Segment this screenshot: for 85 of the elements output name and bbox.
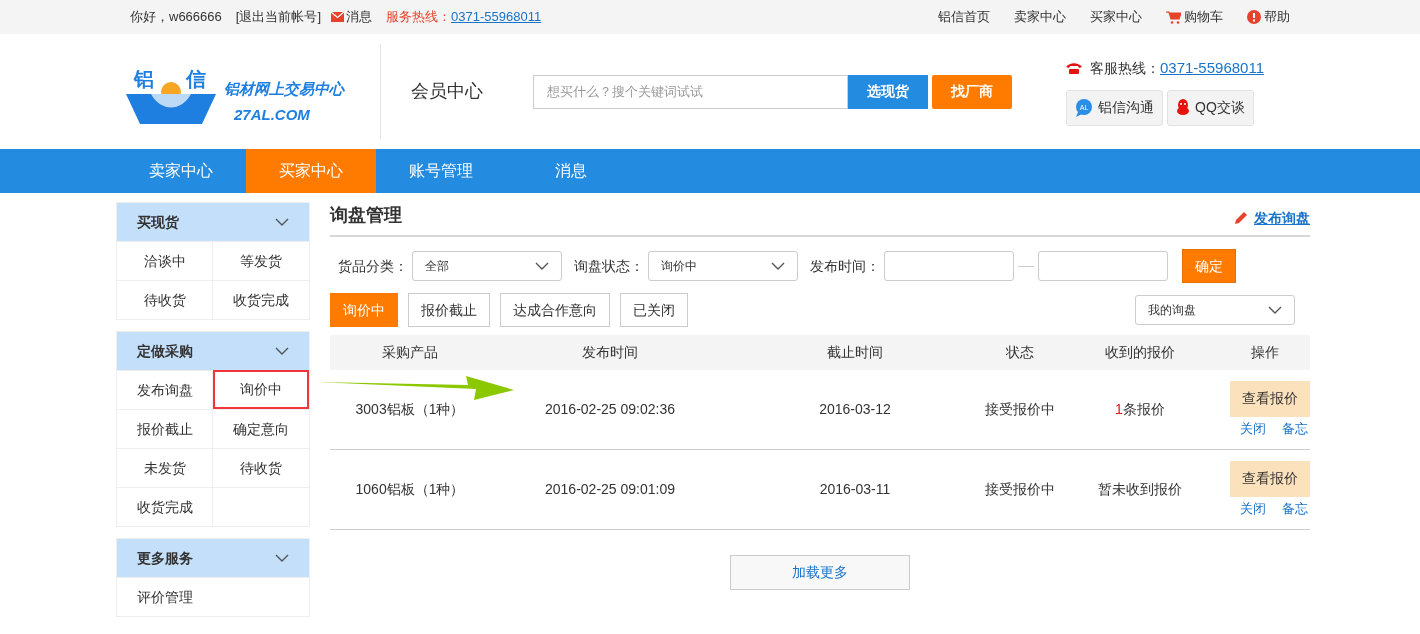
- sidebar-section-header[interactable]: 定做采购: [117, 332, 309, 370]
- hotline-label: 服务热线：: [386, 8, 451, 27]
- chevron-down-icon: [535, 262, 549, 270]
- sidebar-section-header[interactable]: 买现货: [117, 203, 309, 241]
- sidebar-item[interactable]: 待收货: [117, 280, 213, 319]
- column-header: 状态: [1005, 343, 1035, 362]
- status-cell-text: 接受报价中: [984, 400, 1056, 419]
- member-center-title: 会员中心: [411, 80, 483, 103]
- cart-icon: [1166, 10, 1181, 24]
- chevron-down-icon: [275, 218, 289, 226]
- category-label: 货品分类：: [338, 256, 408, 276]
- sidebar-item[interactable]: 报价截止: [117, 409, 213, 448]
- status-tab[interactable]: 达成合作意向: [500, 293, 610, 327]
- close-link[interactable]: 关闭: [1240, 418, 1266, 439]
- top-nav-link[interactable]: 买家中心: [1090, 7, 1142, 27]
- sidebar-item[interactable]: 评价管理: [117, 577, 309, 616]
- product-cell-text: 3003铝板（1种）: [354, 400, 466, 419]
- column-header: 操作: [1250, 343, 1280, 362]
- top-nav-link[interactable]: 帮助: [1247, 7, 1290, 27]
- search-button[interactable]: 选现货: [848, 74, 928, 109]
- sidebar-section-title: 更多服务: [137, 548, 193, 568]
- publish-time-label: 发布时间：: [810, 256, 880, 276]
- logout-link[interactable]: [退出当前帐号]: [235, 7, 321, 27]
- hotline-link[interactable]: 0371-55968011: [451, 7, 542, 27]
- sidebar-item[interactable]: 询价中: [213, 370, 309, 409]
- column-header: 发布时间: [581, 343, 639, 362]
- top-nav-link[interactable]: 卖家中心: [1014, 7, 1066, 27]
- start-date-field[interactable]: [884, 251, 1014, 281]
- load-more-button[interactable]: 加载更多: [730, 555, 910, 590]
- memo-link[interactable]: 备忘: [1282, 418, 1308, 439]
- chevron-down-icon: [275, 347, 289, 355]
- sidebar-item[interactable]: 收货完成: [117, 487, 213, 526]
- published-time-cell-text: 2016-02-25 09:01:09: [544, 480, 676, 499]
- chevron-down-icon: [1268, 306, 1282, 314]
- service-hotline-link[interactable]: 0371-55968011: [1160, 57, 1264, 80]
- messages-link[interactable]: 消息: [346, 7, 372, 27]
- status-label: 询盘状态：: [574, 256, 644, 276]
- column-header: 采购产品: [381, 343, 439, 362]
- end-date-field[interactable]: [1038, 251, 1168, 281]
- sidebar-item[interactable]: 确定意向: [213, 409, 309, 448]
- sidebar-item[interactable]: 洽谈中: [117, 241, 213, 280]
- top-nav-link[interactable]: 购物车: [1166, 7, 1223, 27]
- chat-button[interactable]: QQ交谈: [1167, 89, 1254, 126]
- product-cell-text: 1060铝板（1种）: [354, 480, 466, 499]
- quotes-cell-text: 1条报价: [1114, 400, 1166, 419]
- memo-link[interactable]: 备忘: [1282, 498, 1308, 519]
- top-nav-link[interactable]: 铝信首页: [938, 7, 990, 27]
- deadline-cell-text: 2016-03-11: [818, 480, 892, 499]
- sidebar-section-title: 买现货: [137, 212, 179, 232]
- nav-tab[interactable]: 账号管理: [376, 149, 506, 193]
- phone-icon: [1066, 63, 1082, 74]
- pencil-icon: [1233, 211, 1248, 226]
- deadline-cell-text: 2016-03-12: [818, 400, 892, 419]
- sidebar-section-title: 定做采购: [137, 341, 193, 361]
- column-header: 收到的报价: [1104, 343, 1176, 362]
- mail-icon: [331, 12, 344, 22]
- service-hotline-label: 客服热线：: [1090, 59, 1160, 78]
- search-field[interactable]: 想买什么？搜个关键词试试: [533, 74, 848, 109]
- page-title: 询盘管理: [330, 204, 402, 227]
- sidebar-item[interactable]: 收货完成: [213, 280, 309, 319]
- nav-tab[interactable]: 卖家中心: [116, 149, 246, 193]
- sidebar-item[interactable]: 等发货: [213, 241, 309, 280]
- greeting-text: 你好，w666666: [130, 8, 222, 27]
- status-select[interactable]: 询价中: [648, 251, 798, 281]
- status-tab[interactable]: 报价截止: [408, 293, 490, 327]
- scope-select[interactable]: 我的询盘: [1135, 295, 1295, 325]
- logo[interactable]: 铝 信 铝材网上交易中心 27AL.COM: [126, 51, 352, 132]
- status-cell-text: 接受报价中: [984, 480, 1056, 499]
- column-header: 截止时间: [826, 343, 884, 362]
- chevron-down-icon: [771, 262, 785, 270]
- chevron-down-icon: [275, 554, 289, 562]
- penguin-icon: [1176, 99, 1190, 117]
- view-quotes-button[interactable]: 查看报价: [1230, 460, 1310, 497]
- close-link[interactable]: 关闭: [1240, 498, 1266, 519]
- sidebar-item[interactable]: 发布询盘: [117, 370, 213, 409]
- status-tab[interactable]: 已关闭: [620, 293, 688, 327]
- sidebar-item[interactable]: 待收货: [213, 448, 309, 487]
- quotes-cell-text: 暂未收到报价: [1097, 480, 1183, 499]
- view-quotes-button[interactable]: 查看报价: [1230, 380, 1310, 417]
- published-time-cell-text: 2016-02-25 09:02:36: [544, 400, 676, 419]
- sidebar-section-header[interactable]: 更多服务: [117, 539, 309, 577]
- sidebar-item[interactable]: 未发货: [117, 448, 213, 487]
- alert-icon: [1247, 10, 1261, 24]
- nav-tab[interactable]: 消息: [506, 149, 636, 193]
- category-select[interactable]: 全部: [412, 251, 562, 281]
